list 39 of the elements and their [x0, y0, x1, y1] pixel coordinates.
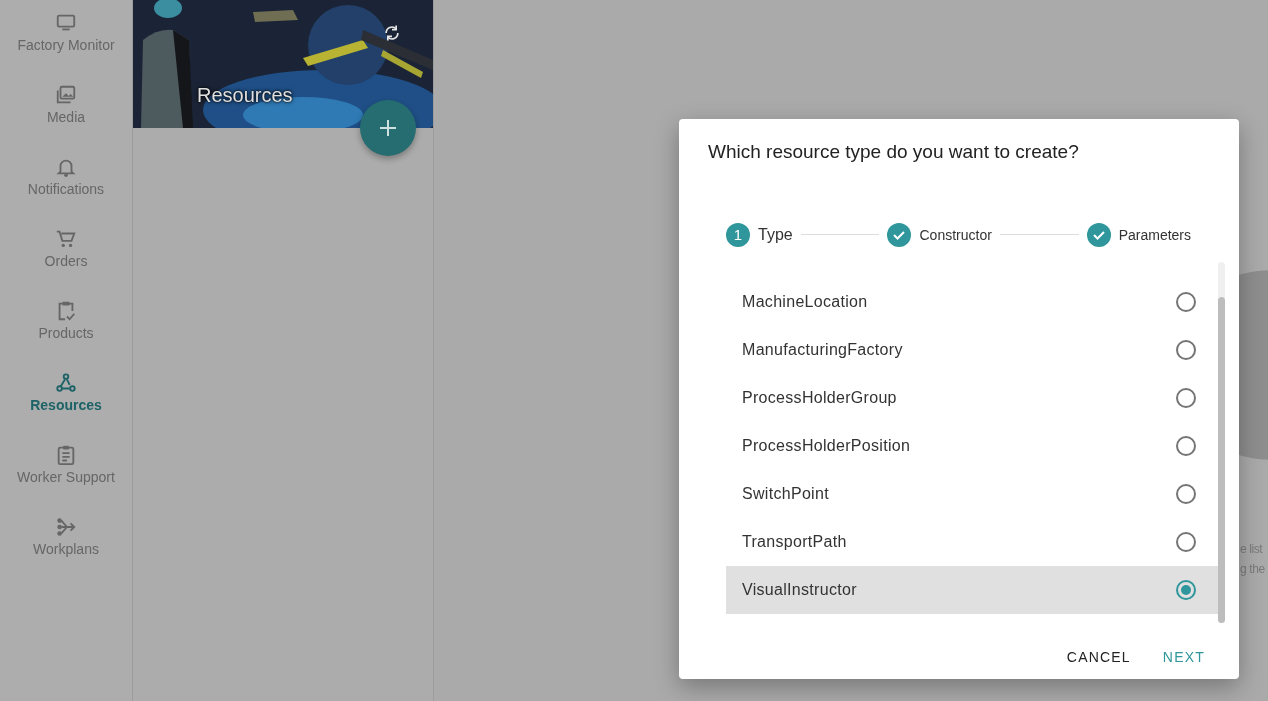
radio-button[interactable]	[1176, 388, 1196, 408]
next-button[interactable]: NEXT	[1150, 641, 1217, 673]
sidebar-item[interactable]: Resources	[0, 372, 132, 444]
option-item[interactable]: ProcessHolderPosition	[726, 422, 1218, 470]
sidebar-item[interactable]: Factory Monitor	[0, 12, 132, 84]
radio-button[interactable]	[1176, 532, 1196, 552]
scrollbar[interactable]	[1218, 262, 1225, 623]
option-item[interactable]: VisualInstructor	[726, 566, 1218, 614]
panel-title: Resources	[197, 84, 293, 107]
nodes-icon	[55, 372, 77, 394]
photo-library-icon	[55, 84, 77, 106]
sidebar-item[interactable]: Workplans	[0, 516, 132, 588]
radio-button[interactable]	[1176, 292, 1196, 312]
cancel-button[interactable]: CANCEL	[1054, 641, 1143, 673]
plus-icon	[378, 118, 398, 138]
sidebar-item[interactable]: Orders	[0, 228, 132, 300]
step-label: Parameters	[1118, 226, 1191, 243]
refresh-icon[interactable]	[382, 23, 402, 43]
option-item[interactable]: MachineLocation	[726, 278, 1218, 326]
option-item[interactable]: SwitchPoint	[726, 470, 1218, 518]
radio-button[interactable]	[1176, 436, 1196, 456]
step-label: Constructor	[919, 226, 992, 243]
sidebar-item[interactable]: Notifications	[0, 156, 132, 228]
option-item[interactable]: ManufacturingFactory	[726, 326, 1218, 374]
dialog-title: Which resource type do you want to create?	[708, 141, 1080, 164]
step-label: Type	[758, 225, 793, 244]
clipboard-icon	[55, 444, 77, 466]
sidebar-item[interactable]: Products	[0, 300, 132, 372]
branch-arrow-icon	[55, 516, 77, 538]
option-item[interactable]: ProcessHolderGroup	[726, 374, 1218, 422]
option-item[interactable]: TransportPath	[726, 518, 1218, 566]
sidebar-item[interactable]: Worker Support	[0, 444, 132, 516]
radio-button[interactable]	[1176, 340, 1196, 360]
add-button[interactable]	[360, 100, 416, 156]
radio-button[interactable]	[1176, 580, 1196, 600]
cart-icon	[55, 228, 77, 250]
step-number: 1	[726, 222, 750, 247]
sidebar-item[interactable]: Media	[0, 84, 132, 156]
radio-button[interactable]	[1176, 484, 1196, 504]
